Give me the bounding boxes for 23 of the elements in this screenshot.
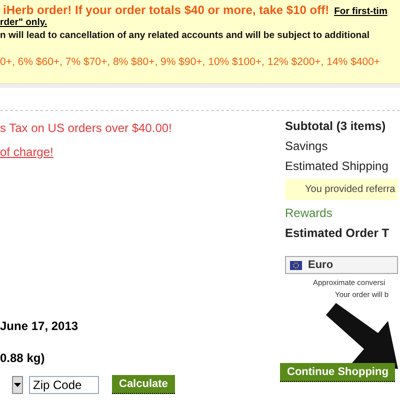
currency-select[interactable]: Euro — [285, 256, 398, 274]
discount-tiers: 0+, 6% $60+, 7% $70+, 8% $80+, 9% $90+, 10% $100+, 12% $200+, 14% $400+ — [0, 56, 382, 68]
rewards-label: Rewards — [285, 206, 332, 220]
tax-notice: s Tax on US orders over $40.00! — [0, 121, 172, 135]
referral-note: You provided referra — [285, 179, 398, 200]
flag-icon — [290, 260, 302, 270]
first-time-link[interactable]: For first-tim — [334, 6, 388, 17]
warning-text: n will lead to cancellation of any related accounts and will be subject to additional — [0, 30, 371, 41]
promo-headline: iHerb order! If your order totals $40 or more, take $10 off! — [3, 3, 330, 17]
calculate-button[interactable]: Calculate — [112, 375, 175, 394]
caret-icon — [14, 382, 21, 386]
continue-shopping-button[interactable]: Continue Shopping — [280, 363, 396, 382]
dropdown-arrow-button[interactable] — [12, 376, 23, 394]
zip-code-field[interactable]: Zip Code — [29, 376, 99, 394]
shipping-label: Estimated Shipping — [285, 159, 388, 173]
order-total-label: Estimated Order T — [285, 226, 390, 240]
subtotal-label: Subtotal (3 items) — [285, 119, 386, 133]
savings-label: Savings — [285, 139, 328, 153]
first-time-link[interactable]: rder" only. — [0, 17, 48, 28]
delivery-date: June 17, 2013 — [0, 319, 78, 333]
free-shipping-link[interactable]: of charge! — [0, 145, 54, 159]
arrow-icon — [326, 303, 398, 369]
weight-text: 0.88 kg) — [0, 351, 45, 365]
